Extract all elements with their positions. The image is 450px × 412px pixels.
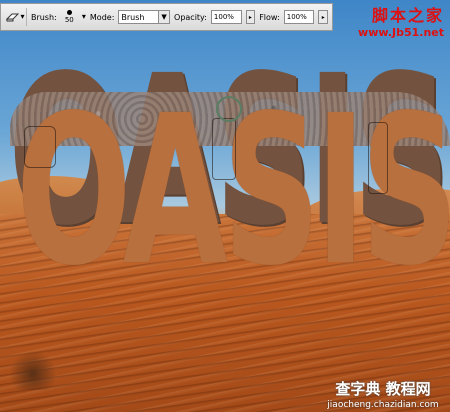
brush-label: Brush: — [30, 12, 57, 22]
mode-label: Mode: — [89, 12, 115, 22]
watermark-top: 脚本之家 www.Jb51.net — [358, 2, 444, 39]
mode-value: Brush — [121, 12, 145, 22]
watermark-bottom: 查字典 教程网 jiaocheng.chazidian.com — [316, 378, 450, 410]
eraser-icon — [6, 13, 20, 22]
watermark-site-name: 查字典 教程网 — [335, 380, 431, 398]
eraser-brush-cursor — [216, 96, 242, 122]
chevron-down-icon: ▼ — [158, 11, 170, 23]
flow-field[interactable]: 100% — [283, 10, 315, 24]
watermark-url: jiaocheng.chazidian.com — [327, 400, 439, 410]
opacity-value: 100% — [213, 13, 234, 21]
flow-value: 100% — [286, 13, 307, 21]
document-canvas[interactable]: OASIS OASIS OASIS — [0, 0, 450, 412]
eraser-tool-preset[interactable]: ▾ — [5, 8, 27, 26]
chevron-down-icon[interactable]: ▾ — [82, 13, 86, 21]
chevron-down-icon[interactable]: ▾ — [20, 13, 24, 21]
watermark-url: www.Jb51.net — [358, 26, 444, 39]
opacity-label: Opacity: — [174, 12, 207, 22]
oasis-3d-text: OASIS OASIS OASIS — [0, 48, 450, 294]
flow-slider-button[interactable]: ▸ — [318, 10, 329, 24]
crack-texture — [212, 118, 236, 180]
brush-size: 50 — [64, 16, 74, 24]
brush-tip-icon — [66, 10, 72, 15]
opacity-slider-button[interactable]: ▸ — [245, 10, 256, 24]
mode-select[interactable]: Brush ▼ — [118, 10, 171, 24]
watermark-site-name: 脚本之家 — [371, 6, 444, 25]
flow-label: Flow: — [259, 12, 280, 22]
crack-texture — [24, 126, 56, 168]
brush-picker[interactable]: 50 — [61, 6, 78, 28]
crack-texture — [368, 122, 388, 194]
options-bar: ▾ Brush: 50 ▾ Mode: Brush ▼ Opacity: 100… — [0, 3, 333, 31]
opacity-field[interactable]: 100% — [210, 10, 242, 24]
shrub — [10, 350, 56, 390]
